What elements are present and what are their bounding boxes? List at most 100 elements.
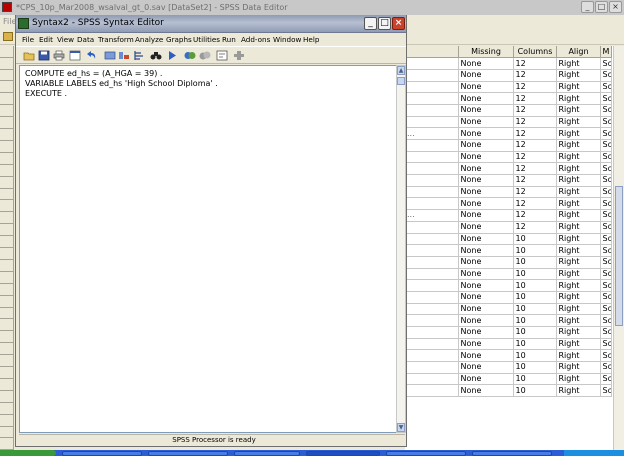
row-number-cell[interactable]	[0, 332, 14, 344]
row-number-cell[interactable]	[0, 82, 14, 94]
cell-measure[interactable]: Sca	[600, 116, 612, 129]
scroll-down-icon[interactable]: ▼	[397, 423, 405, 432]
cell-measure[interactable]: Sca	[600, 361, 612, 374]
cell-missing[interactable]: None	[458, 303, 514, 316]
cell-missing[interactable]: None	[458, 338, 514, 351]
syntax-close-button[interactable]: ×	[392, 17, 405, 30]
table-row[interactable]: None10RightSca	[405, 291, 612, 304]
cell-align[interactable]: Right	[556, 69, 601, 82]
cell-missing[interactable]: None	[458, 373, 514, 386]
table-row[interactable]: None12RightSca	[405, 151, 612, 164]
cell-missing[interactable]: None	[458, 186, 514, 199]
cell-columns[interactable]: 12	[513, 127, 557, 140]
cell-missing[interactable]: None	[458, 384, 514, 398]
cell-name-fragment[interactable]	[405, 186, 459, 199]
cell-columns[interactable]: 12	[513, 139, 557, 152]
cell-name-fragment[interactable]	[405, 244, 459, 257]
cell-columns[interactable]: 10	[513, 314, 557, 327]
cell-align[interactable]: Right	[556, 92, 601, 105]
table-row[interactable]: None10RightSca	[405, 268, 612, 281]
cell-name-fragment[interactable]	[405, 174, 459, 187]
cell-measure[interactable]: Sca	[600, 338, 612, 351]
cell-missing[interactable]: None	[458, 291, 514, 304]
print-icon[interactable]	[53, 50, 65, 61]
row-number-cell[interactable]	[0, 213, 14, 225]
cell-name-fragment[interactable]	[405, 221, 459, 234]
taskbar-item-active[interactable]	[306, 451, 380, 456]
table-row[interactable]: None12RightSca	[405, 197, 612, 211]
table-row[interactable]: None12RightSca	[405, 57, 612, 70]
menu-window[interactable]: Window	[273, 35, 301, 44]
cell-align[interactable]: Right	[556, 361, 601, 374]
cell-measure[interactable]: Sca	[600, 314, 612, 327]
row-number-cell[interactable]	[0, 284, 14, 296]
cell-name-fragment[interactable]	[405, 303, 459, 316]
cell-name-fragment[interactable]	[405, 197, 459, 211]
open-folder-icon[interactable]	[3, 32, 13, 41]
cell-align[interactable]: Right	[556, 127, 601, 140]
cell-columns[interactable]: 12	[513, 104, 557, 117]
cell-columns[interactable]: 10	[513, 338, 557, 351]
cell-align[interactable]: Right	[556, 349, 601, 363]
syntax-text-area[interactable]: COMPUTE ed_hs = (A_HGA = 39) . VARIABLE …	[19, 65, 397, 433]
cell-columns[interactable]: 10	[513, 244, 557, 257]
cell-align[interactable]: Right	[556, 81, 601, 94]
cell-columns[interactable]: 10	[513, 279, 557, 292]
menu-transform[interactable]: Transform	[98, 35, 134, 44]
cell-missing[interactable]: None	[458, 116, 514, 129]
cell-align[interactable]: Right	[556, 197, 601, 211]
cell-measure[interactable]: Sca	[600, 174, 612, 187]
cell-name-fragment[interactable]	[405, 162, 459, 176]
taskbar-item[interactable]	[148, 451, 228, 456]
cell-measure[interactable]: Sca	[600, 233, 612, 246]
cell-name-fragment[interactable]	[405, 314, 459, 327]
row-number-cell[interactable]	[0, 189, 14, 201]
menu-graphs[interactable]: Graphs	[166, 35, 192, 44]
cell-missing[interactable]: None	[458, 197, 514, 211]
table-row[interactable]: ...None12RightSca	[405, 127, 612, 140]
cell-columns[interactable]: 10	[513, 303, 557, 316]
cell-missing[interactable]: None	[458, 162, 514, 176]
cell-name-fragment[interactable]	[405, 57, 459, 70]
cell-measure[interactable]: Sca	[600, 57, 612, 70]
cell-measure[interactable]: Sca	[600, 127, 612, 140]
row-number-cell[interactable]	[0, 296, 14, 308]
table-row[interactable]: None10RightSca	[405, 384, 612, 398]
table-row[interactable]: None12RightSca	[405, 81, 612, 94]
cell-align[interactable]: Right	[556, 314, 601, 327]
cell-measure[interactable]: Sca	[600, 326, 612, 339]
menu-help[interactable]: Help	[303, 35, 319, 44]
cell-name-fragment[interactable]	[405, 81, 459, 94]
cell-align[interactable]: Right	[556, 338, 601, 351]
cell-columns[interactable]: 10	[513, 233, 557, 246]
cell-name-fragment[interactable]	[405, 326, 459, 339]
cell-missing[interactable]: None	[458, 127, 514, 140]
row-number-cell[interactable]	[0, 272, 14, 284]
cell-columns[interactable]: 10	[513, 326, 557, 339]
cell-missing[interactable]: None	[458, 361, 514, 374]
cell-columns[interactable]: 12	[513, 151, 557, 164]
cell-columns[interactable]: 12	[513, 186, 557, 199]
grid-header-missing[interactable]: Missing	[458, 46, 514, 59]
cell-measure[interactable]: Sca	[600, 186, 612, 199]
row-number-cell[interactable]	[0, 427, 14, 439]
bookmark-icon[interactable]	[199, 50, 211, 61]
binoculars-icon[interactable]	[150, 50, 162, 61]
cell-missing[interactable]: None	[458, 256, 514, 269]
cell-measure[interactable]: Sca	[600, 209, 612, 222]
row-number-cell[interactable]	[0, 58, 14, 70]
row-number-cell[interactable]	[0, 403, 14, 415]
menu-add-ons[interactable]: Add-ons	[241, 35, 270, 44]
data-editor-scroll-thumb[interactable]	[615, 186, 623, 326]
row-number-cell[interactable]	[0, 355, 14, 368]
cell-missing[interactable]: None	[458, 174, 514, 187]
cell-columns[interactable]: 12	[513, 209, 557, 222]
cell-measure[interactable]: Sca	[600, 303, 612, 316]
table-row[interactable]: None10RightSca	[405, 373, 612, 386]
row-number-cell[interactable]	[0, 201, 14, 213]
cell-measure[interactable]: Sca	[600, 104, 612, 117]
cell-align[interactable]: Right	[556, 209, 601, 222]
menu-utilities[interactable]: Utilities	[193, 35, 220, 44]
cell-measure[interactable]: Sca	[600, 244, 612, 257]
cell-align[interactable]: Right	[556, 326, 601, 339]
